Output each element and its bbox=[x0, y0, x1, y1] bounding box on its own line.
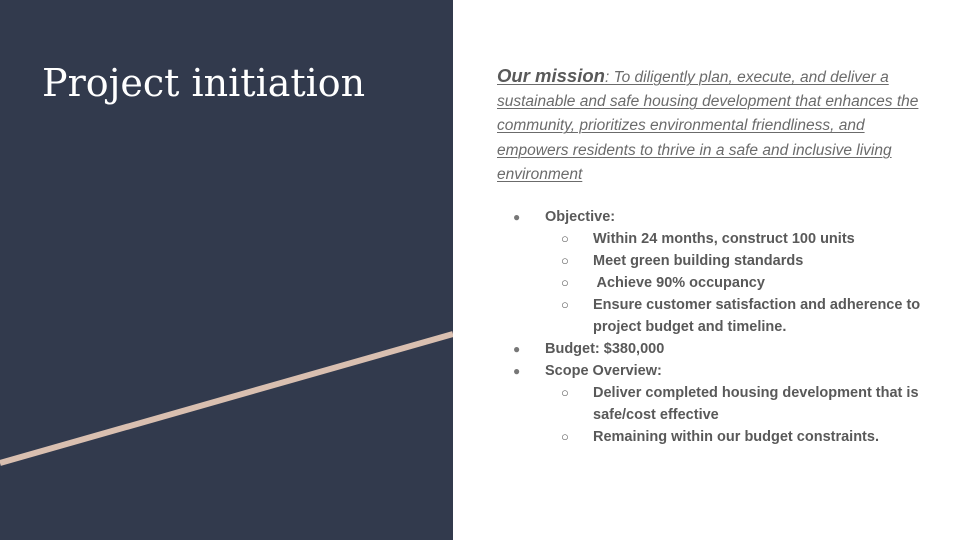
list-item: ○ Remaining within our budget constraints… bbox=[545, 426, 927, 448]
objective-text: Achieve 90% occupancy bbox=[593, 275, 765, 292]
list-item: ○ Deliver completed housing development t… bbox=[545, 382, 927, 426]
objective-text: Meet green building standards bbox=[593, 253, 804, 270]
list-item: ○ Ensure customer satisfaction and adhere… bbox=[545, 294, 927, 338]
bullet-icon: ● bbox=[513, 210, 521, 225]
bullet-list: ● Objective: ○ Within 24 months, construc… bbox=[497, 206, 927, 448]
mission-text: : To diligently plan, execute, and deliv… bbox=[497, 69, 919, 183]
mission-label: Our mission bbox=[497, 65, 605, 86]
scope-sublist: ○ Deliver completed housing development t… bbox=[545, 382, 927, 448]
objective-sublist: ○ Within 24 months, construct 100 units ○… bbox=[545, 228, 927, 338]
slide-title: Project initiation bbox=[42, 61, 366, 105]
list-item: ○ Meet green building standards bbox=[545, 250, 927, 272]
list-item-scope: ● Scope Overview: ○ Deliver completed hou… bbox=[497, 360, 927, 448]
list-item: ○ Achieve 90% occupancy bbox=[545, 272, 927, 294]
sub-bullet-icon: ○ bbox=[561, 231, 569, 247]
bullet-icon: ● bbox=[513, 364, 521, 379]
list-item-budget: ● Budget: $380,000 bbox=[497, 338, 927, 360]
bullet-icon: ● bbox=[513, 342, 521, 357]
content-panel: Our mission: To diligently plan, execute… bbox=[497, 64, 927, 448]
budget-label: Budget: $380,000 bbox=[545, 341, 665, 358]
sub-bullet-icon: ○ bbox=[561, 385, 569, 401]
scope-label: Scope Overview: bbox=[545, 363, 662, 380]
objective-text: Ensure customer satisfaction and adheren… bbox=[593, 297, 921, 336]
list-item: ○ Within 24 months, construct 100 units bbox=[545, 228, 927, 250]
sub-bullet-icon: ○ bbox=[561, 275, 569, 291]
mission-statement: Our mission: To diligently plan, execute… bbox=[497, 64, 927, 187]
scope-text: Deliver completed housing development th… bbox=[593, 385, 919, 424]
list-item-objective: ● Objective: ○ Within 24 months, construc… bbox=[497, 206, 927, 338]
left-title-panel: Project initiation bbox=[0, 0, 453, 540]
sub-bullet-icon: ○ bbox=[561, 429, 569, 445]
objective-label: Objective: bbox=[545, 209, 616, 226]
sub-bullet-icon: ○ bbox=[561, 253, 569, 269]
sub-bullet-icon: ○ bbox=[561, 297, 569, 313]
objective-text: Within 24 months, construct 100 units bbox=[593, 231, 855, 248]
scope-text: Remaining within our budget constraints. bbox=[593, 429, 879, 446]
